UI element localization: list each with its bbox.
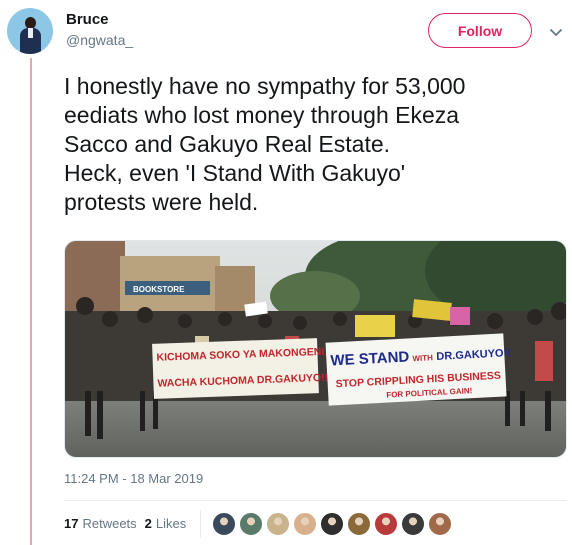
liker-avatar[interactable] bbox=[320, 512, 344, 536]
likes-count: 2 bbox=[144, 516, 152, 531]
liker-avatar[interactable] bbox=[266, 512, 290, 536]
liker-avatar[interactable] bbox=[347, 512, 371, 536]
shop-sign: BOOKSTORE bbox=[133, 285, 185, 294]
retweets-count: 17 bbox=[64, 516, 79, 531]
liker-avatar[interactable] bbox=[374, 512, 398, 536]
tweet-text-line: eediats who lost money through Ekeza bbox=[64, 102, 460, 128]
tweet-photo[interactable]: BOOKSTORE KICHOMA SOKO YA MAKONGENI, WAC… bbox=[64, 240, 567, 458]
likes-label: Likes bbox=[155, 516, 187, 531]
tweet-text-line: Sacco and Gakuyo Real Estate. bbox=[64, 131, 391, 157]
banner-right-with: WITH bbox=[412, 353, 433, 363]
retweets-label: Retweets bbox=[82, 516, 137, 531]
tweet-text-line: protests were held. bbox=[64, 189, 259, 215]
retweets-stat[interactable]: 17 Retweets bbox=[64, 516, 137, 531]
tweet-timestamp[interactable]: 11:24 PM - 18 Mar 2019 bbox=[64, 471, 203, 486]
protest-photo: BOOKSTORE KICHOMA SOKO YA MAKONGENI, WAC… bbox=[65, 241, 566, 457]
liker-avatar[interactable] bbox=[401, 512, 425, 536]
liker-avatar[interactable] bbox=[293, 512, 317, 536]
user-name[interactable]: Bruce bbox=[66, 11, 109, 28]
avatar[interactable] bbox=[7, 8, 53, 54]
tweet-text-line: Heck, even 'I Stand With Gakuyo' bbox=[64, 160, 406, 186]
follow-button[interactable]: Follow bbox=[428, 13, 532, 48]
likes-stat[interactable]: 2 Likes bbox=[145, 516, 187, 531]
liker-avatars bbox=[212, 512, 455, 536]
stats-separator bbox=[200, 510, 201, 538]
liker-avatar[interactable] bbox=[239, 512, 263, 536]
chevron-down-icon[interactable] bbox=[546, 22, 566, 42]
thread-line bbox=[30, 58, 32, 545]
liker-avatar[interactable] bbox=[212, 512, 236, 536]
tweet-text-line: I honestly have no sympathy for 53,000 bbox=[64, 73, 466, 99]
divider bbox=[64, 500, 567, 501]
tweet-text: I honestly have no sympathy for 53,000 e… bbox=[64, 72, 564, 217]
user-handle[interactable]: @ngwata_ bbox=[66, 32, 133, 48]
tweet-stats: 17 Retweets 2 Likes bbox=[64, 516, 194, 531]
liker-avatar[interactable] bbox=[428, 512, 452, 536]
